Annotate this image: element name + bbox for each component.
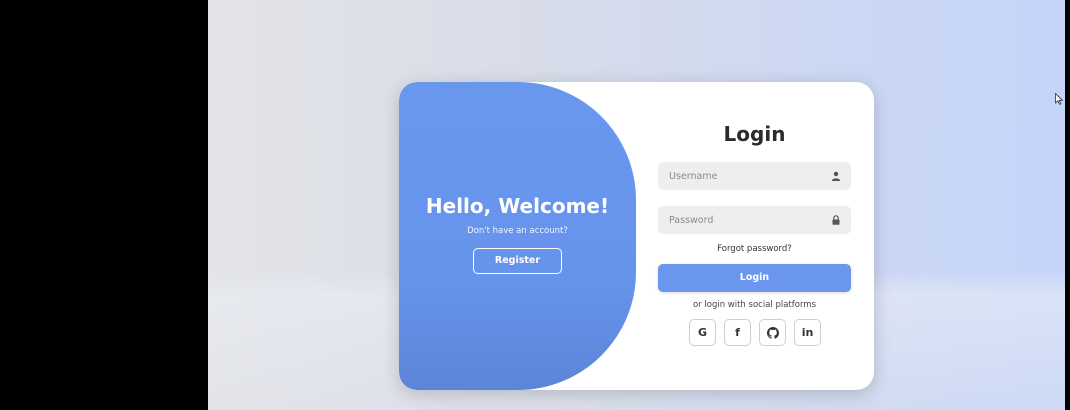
register-button[interactable]: Register [473,248,562,274]
password-field[interactable] [658,206,851,234]
login-title: Login [723,122,786,146]
facebook-login-button[interactable]: f [724,319,751,346]
google-login-button[interactable]: G [689,319,716,346]
welcome-title: Hello, Welcome! [425,194,610,218]
lock-icon [832,215,840,225]
facebook-icon: f [735,326,740,339]
welcome-panel: Hello, Welcome! Don't have an account? R… [399,82,636,390]
user-icon [831,171,841,181]
login-button[interactable]: Login [658,264,851,292]
mouse-cursor-icon [1055,93,1063,105]
linkedin-login-button[interactable]: in [794,319,821,346]
github-login-button[interactable] [759,319,786,346]
google-icon: G [697,326,708,339]
username-input[interactable] [658,162,823,190]
right-letterbox [1065,0,1070,410]
login-card: Hello, Welcome! Don't have an account? R… [399,82,874,390]
forgot-password-link[interactable]: Forgot password? [658,244,851,254]
left-letterbox [0,0,208,410]
social-login-text: or login with social platforms [692,300,817,310]
linkedin-icon: in [801,326,814,339]
username-field[interactable] [658,162,851,190]
github-icon [766,326,779,339]
password-input[interactable] [658,206,823,234]
no-account-text: Don't have an account? [467,226,568,236]
